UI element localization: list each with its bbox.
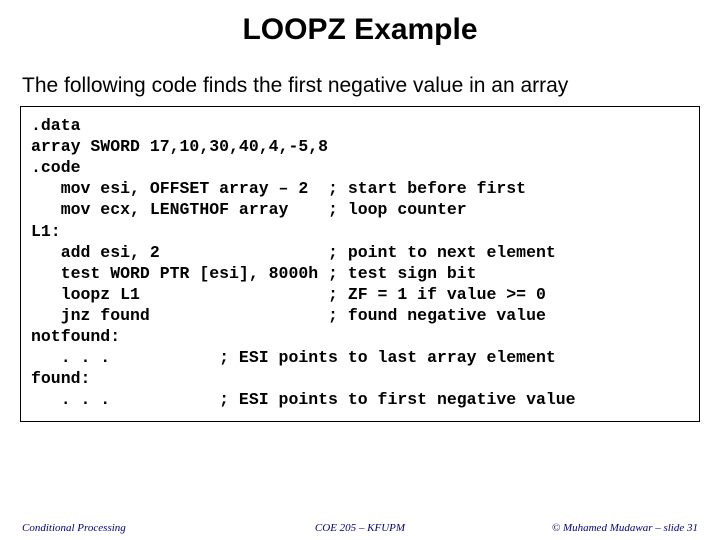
slide-title: LOOPZ Example (0, 0, 720, 60)
footer-right: © Muhamed Mudawar – slide 31 (552, 522, 698, 534)
title-bar: LOOPZ Example (0, 0, 720, 60)
footer-center: COE 205 – KFUPM (315, 522, 405, 534)
code-listing: .data array SWORD 17,10,30,40,4,-5,8 .co… (20, 106, 700, 422)
footer-left: Conditional Processing (22, 522, 126, 534)
slide-subtitle: The following code finds the first negat… (22, 74, 712, 98)
